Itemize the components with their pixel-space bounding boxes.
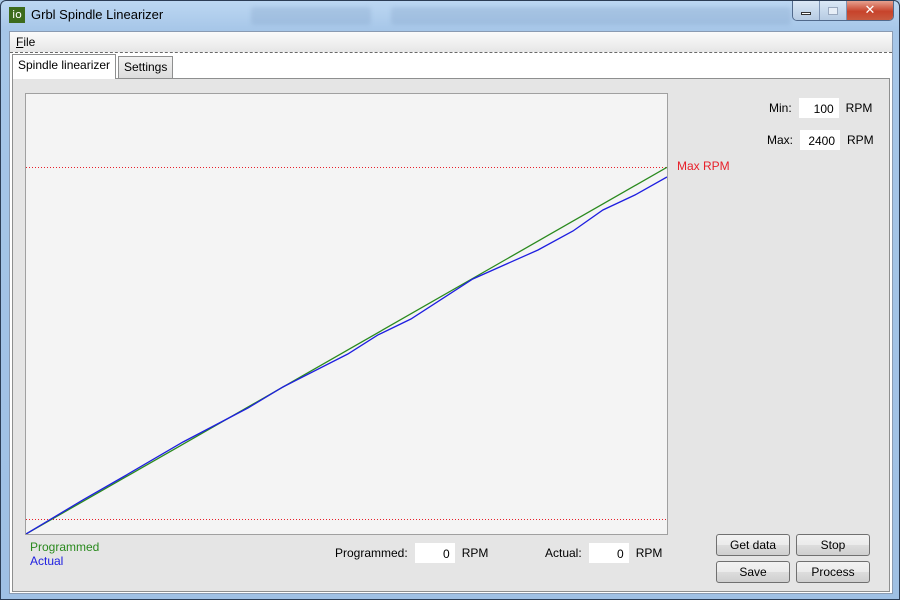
app-icon: io [9, 7, 25, 23]
max-rpm-row: Max: 2400 RPM [767, 129, 874, 151]
maximize-icon [828, 6, 838, 15]
min-rpm-row: Min: 100 RPM [769, 97, 872, 119]
get-data-button[interactable]: Get data [716, 534, 790, 556]
tab-strip: Spindle linearizer Settings [10, 52, 892, 79]
min-rpm-input[interactable]: 100 [797, 97, 840, 119]
legend-programmed: Programmed [30, 540, 100, 554]
actual-readout-label: Actual: [545, 546, 582, 560]
title-bar[interactable]: io Grbl Spindle Linearizer ✕ [1, 1, 900, 29]
minimize-button[interactable] [793, 1, 820, 20]
close-icon: ✕ [864, 3, 876, 18]
process-button[interactable]: Process [796, 561, 870, 583]
tab-settings[interactable]: Settings [118, 56, 174, 79]
max-label: Max: [767, 133, 794, 147]
programmed-readout-row: Programmed: 0 RPM [335, 542, 488, 564]
programmed-readout-value: 0 [413, 542, 456, 564]
chart-plot-area [25, 93, 668, 535]
series-line-actual [26, 176, 667, 534]
chart-svg [26, 166, 667, 534]
minimize-icon [801, 12, 811, 15]
programmed-readout-unit: RPM [461, 546, 489, 560]
menu-bar: File [10, 32, 892, 52]
chart-legend: Programmed Actual [30, 540, 99, 568]
client-area: File Spindle linearizer Settings Max RPM… [9, 31, 893, 594]
legend-actual: Actual [30, 554, 64, 568]
save-button[interactable]: Save [716, 561, 790, 583]
app-window: io Grbl Spindle Linearizer ✕ File Spindl… [0, 0, 900, 600]
menu-file-label: ile [23, 35, 36, 49]
min-label: Min: [769, 101, 792, 115]
tab-spindle-linearizer[interactable]: Spindle linearizer [12, 54, 117, 79]
actual-readout-row: Actual: 0 RPM [545, 542, 662, 564]
menu-file[interactable]: File [16, 35, 35, 49]
max-rpm-input[interactable]: 2400 [799, 129, 842, 151]
programmed-readout-label: Programmed: [335, 546, 408, 560]
caption-buttons: ✕ [792, 1, 894, 21]
stop-button[interactable]: Stop [796, 534, 870, 556]
maximize-button[interactable] [820, 1, 847, 20]
max-rpm-label: Max RPM [677, 159, 730, 173]
min-unit: RPM [845, 101, 873, 115]
close-button[interactable]: ✕ [847, 1, 893, 20]
actual-readout-unit: RPM [635, 546, 663, 560]
window-title: Grbl Spindle Linearizer [31, 7, 164, 22]
tab-page-spindle-linearizer: Max RPM Programmed Actual Min: 100 RPM M… [12, 78, 890, 592]
actual-readout-value: 0 [587, 542, 630, 564]
max-unit: RPM [847, 133, 874, 147]
series-line-programmed [26, 166, 667, 534]
